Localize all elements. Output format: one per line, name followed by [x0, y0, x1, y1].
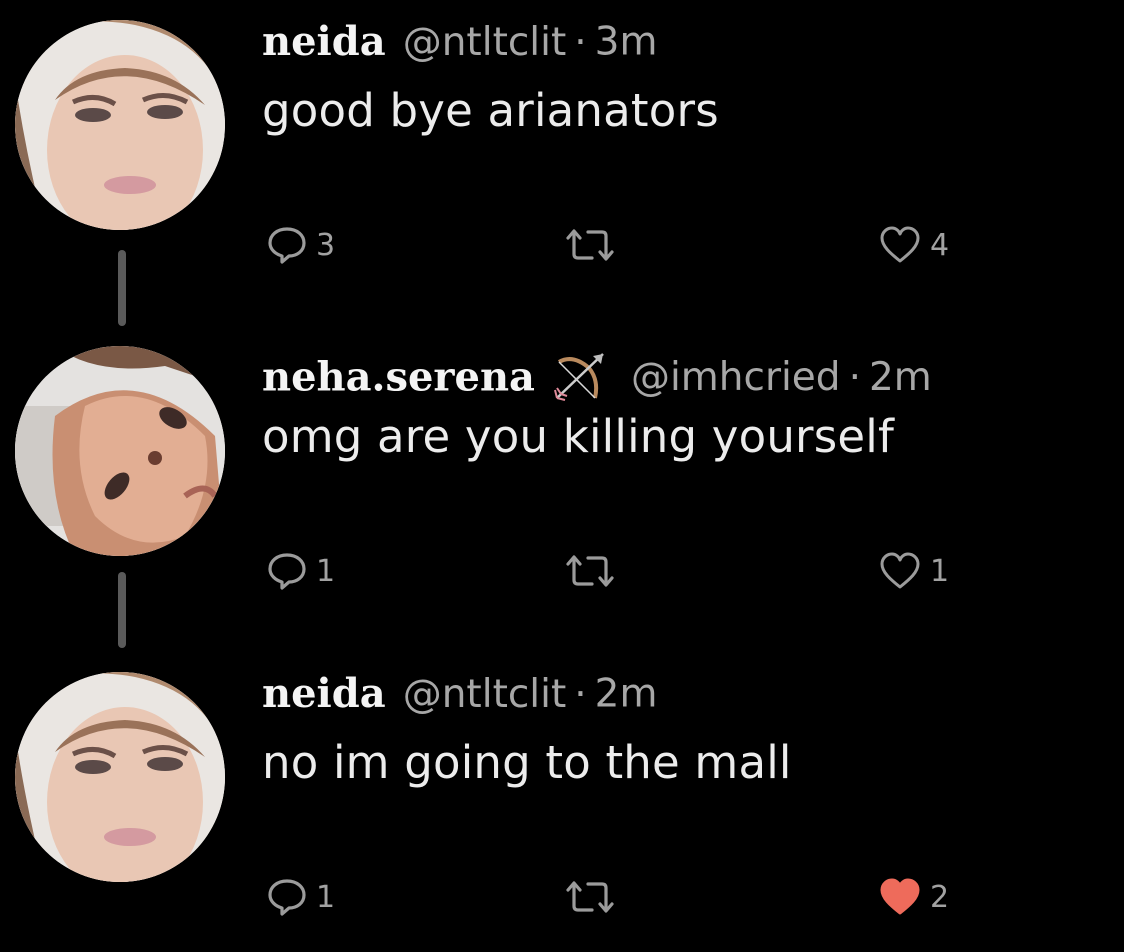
- separator-dot: ·: [574, 671, 587, 717]
- heart-icon: [878, 550, 922, 592]
- avatar[interactable]: [15, 346, 225, 556]
- separator-dot: ·: [574, 19, 587, 65]
- reply-count: 1: [316, 879, 336, 915]
- like-button[interactable]: 2: [878, 872, 949, 922]
- bow-and-arrow-icon: [551, 348, 609, 407]
- tweet-header: neida @ntltclit · 3m: [262, 22, 657, 62]
- tweet[interactable]: neida @ntltclit · 3m good bye arianators 3…: [0, 0, 1124, 300]
- reply-button[interactable]: 3: [266, 220, 335, 270]
- avatar[interactable]: [15, 672, 225, 882]
- reply-count: 1: [316, 553, 336, 589]
- user-handle[interactable]: @ntltclit: [403, 20, 567, 65]
- retweet-icon: [562, 224, 618, 266]
- tweet[interactable]: neha.serena @imhcried · 2m omg are you kill…: [0, 326, 1124, 626]
- like-button[interactable]: 1: [878, 546, 949, 596]
- display-name[interactable]: neida: [262, 670, 386, 717]
- reply-count: 3: [316, 227, 336, 263]
- reply-button[interactable]: 1: [266, 872, 335, 922]
- like-button[interactable]: 4: [878, 220, 949, 270]
- user-handle[interactable]: @ntltclit: [403, 672, 567, 717]
- tweet-header: neida @ntltclit · 2m: [262, 674, 657, 714]
- reply-icon: [266, 224, 308, 266]
- display-name[interactable]: neida: [262, 18, 386, 65]
- tweet-header: neha.serena @imhcried · 2m: [262, 348, 932, 407]
- tweet[interactable]: neida @ntltclit · 2m no im going to the ma…: [0, 652, 1124, 952]
- retweet-button[interactable]: [562, 546, 626, 596]
- user-handle[interactable]: @imhcried: [631, 355, 841, 400]
- timestamp[interactable]: 2m: [869, 355, 932, 400]
- like-count: 1: [930, 553, 950, 589]
- reply-button[interactable]: 1: [266, 546, 335, 596]
- display-name[interactable]: neha.serena: [262, 354, 535, 401]
- heart-icon: [878, 224, 922, 266]
- tweet-text: good bye arianators: [262, 84, 719, 137]
- retweet-button[interactable]: [562, 220, 626, 270]
- retweet-icon: [562, 876, 618, 918]
- like-count: 2: [930, 879, 950, 915]
- separator-dot: ·: [848, 355, 861, 400]
- retweet-button[interactable]: [562, 872, 626, 922]
- timestamp[interactable]: 3m: [595, 20, 658, 65]
- reply-icon: [266, 550, 308, 592]
- reply-icon: [266, 876, 308, 918]
- timestamp[interactable]: 2m: [595, 672, 658, 717]
- tweet-text: omg are you killing yourself: [262, 410, 895, 463]
- like-count: 4: [930, 227, 950, 263]
- avatar[interactable]: [15, 20, 225, 230]
- heart-filled-icon: [878, 876, 922, 918]
- retweet-icon: [562, 550, 618, 592]
- tweet-text: no im going to the mall: [262, 736, 792, 789]
